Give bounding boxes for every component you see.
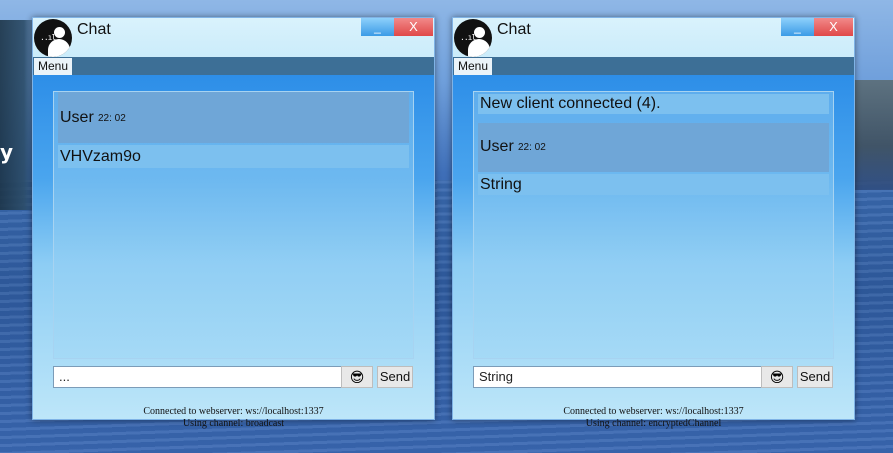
window-title: Chat [77,21,111,38]
title-bar[interactable]: ..ıl Chat _ X [453,18,854,57]
message-time: 22: 02 [98,113,126,124]
chat-area: New client connected (4). User 22: 02 St… [453,75,854,429]
app-logo-icon: ..ıl [34,19,72,57]
message-user: User [480,138,514,155]
window-title: Chat [497,21,531,38]
minimize-button[interactable]: _ [781,18,814,36]
system-message-text: New client connected (4). [480,95,661,112]
message-input[interactable]: ... [53,366,343,388]
menu-button[interactable]: Menu [34,58,73,75]
message-text-value: String [480,176,522,193]
status-channel: Using channel: broadcast [182,418,285,429]
emoji-button[interactable]: 😎 [341,366,373,388]
close-button[interactable]: X [394,18,433,36]
app-logo-icon: ..ıl [454,19,492,57]
chat-area: User 22: 02 VHVzam9o ... 😎 Send Connecte… [33,75,434,429]
chat-window-left: ..ıl Chat _ X Menu User 22: 02 VHVzam9o … [32,17,435,429]
title-bar[interactable]: ..ıl Chat _ X [33,18,434,57]
menu-bar: Menu [453,57,854,75]
message-list[interactable]: User 22: 02 VHVzam9o [53,91,414,359]
message-time: 22: 02 [518,142,546,153]
menu-button[interactable]: Menu [454,58,493,75]
message-header: User 22: 02 [478,123,829,172]
message-text: String [478,174,829,195]
menu-bar: Menu [33,57,434,75]
emoji-button[interactable]: 😎 [761,366,793,388]
status-server: Connected to webserver: ws://localhost:1… [143,406,324,417]
message-input[interactable]: String [473,366,763,388]
chat-window-right: ..ıl Chat _ X Menu New client connected … [452,17,855,429]
message-header: User 22: 02 [58,92,409,143]
message-list[interactable]: New client connected (4). User 22: 02 St… [473,91,834,359]
send-button[interactable]: Send [377,366,413,388]
background-partial-text: y [0,140,14,164]
system-message: New client connected (4). [478,94,829,114]
close-button[interactable]: X [814,18,853,36]
minimize-button[interactable]: _ [361,18,394,36]
send-button[interactable]: Send [797,366,833,388]
message-text-value: VHVzam9o [60,148,141,165]
message-user: User [60,109,94,126]
status-server: Connected to webserver: ws://localhost:1… [563,406,744,417]
message-text: VHVzam9o [58,145,409,168]
status-channel: Using channel: encryptedChannel [585,418,722,429]
